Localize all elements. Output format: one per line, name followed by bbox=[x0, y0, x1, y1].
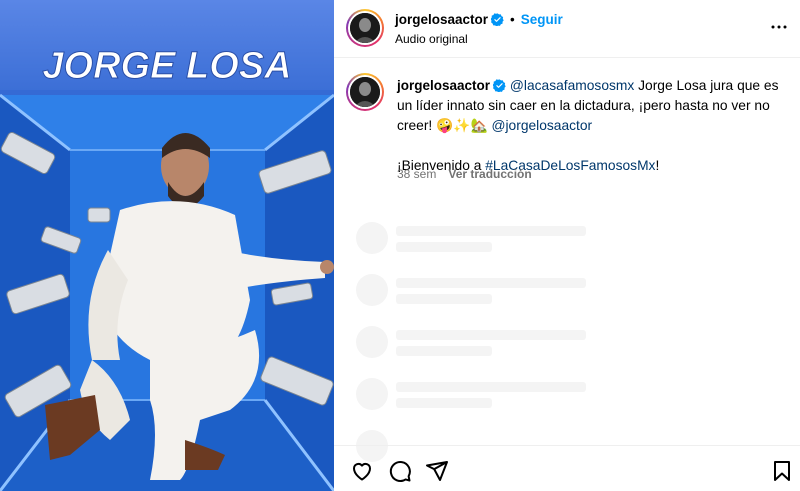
caption-author-avatar[interactable] bbox=[346, 73, 384, 111]
translate-link[interactable]: Ver traducción bbox=[448, 167, 531, 181]
post-age[interactable]: 38 sem bbox=[397, 167, 436, 181]
post-image: JORGE LOSA bbox=[0, 0, 334, 491]
comment-skeleton bbox=[356, 222, 796, 262]
post-header: jorgelosaactor • Seguir Audio original bbox=[334, 0, 800, 58]
audio-label[interactable]: Audio original bbox=[395, 32, 468, 46]
comment-icon[interactable] bbox=[388, 459, 412, 483]
caption-text: jorgelosaactor @lacasafamososmx Jorge Lo… bbox=[397, 76, 792, 176]
caption-username[interactable]: jorgelosaactor bbox=[397, 78, 490, 93]
author-avatar[interactable] bbox=[346, 9, 384, 47]
verified-badge-icon bbox=[491, 13, 504, 26]
media-title-text: JORGE LOSA bbox=[42, 45, 291, 87]
heart-icon[interactable] bbox=[350, 459, 374, 483]
post-panel: jorgelosaactor • Seguir Audio original jor… bbox=[334, 0, 800, 491]
mention-link[interactable]: @lacasafamososmx bbox=[510, 78, 634, 93]
header-username[interactable]: jorgelosaactor bbox=[395, 12, 488, 27]
post-media[interactable]: JORGE LOSA bbox=[0, 0, 334, 491]
verified-badge-icon bbox=[493, 79, 506, 92]
bookmark-icon[interactable] bbox=[770, 459, 794, 483]
comment-skeleton bbox=[356, 326, 796, 366]
header-separator: • bbox=[510, 12, 515, 27]
action-bar bbox=[334, 445, 800, 491]
follow-button[interactable]: Seguir bbox=[521, 12, 563, 27]
caption-end: ! bbox=[655, 158, 660, 173]
header-username-row: jorgelosaactor • Seguir bbox=[395, 12, 563, 27]
mention-link[interactable]: @jorgelosaactor bbox=[491, 118, 592, 133]
more-options-icon[interactable] bbox=[770, 18, 788, 36]
caption-meta: 38 sem Ver traducción bbox=[397, 167, 532, 181]
comment-skeleton bbox=[356, 274, 796, 314]
comment-skeleton bbox=[356, 378, 796, 418]
share-icon[interactable] bbox=[425, 459, 449, 483]
